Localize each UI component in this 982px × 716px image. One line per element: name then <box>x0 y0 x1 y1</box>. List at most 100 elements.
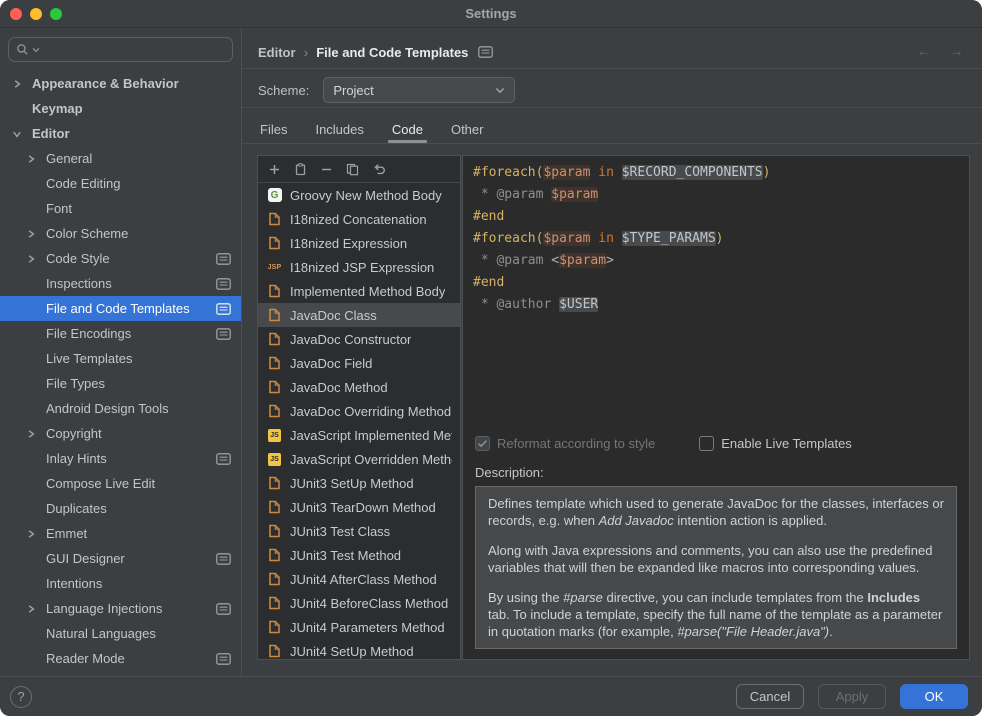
sidebar-item-editor[interactable]: Editor <box>0 121 241 146</box>
sidebar-item-natural-languages[interactable]: Natural Languages <box>0 621 241 646</box>
sidebar-item-gui-designer[interactable]: GUI Designer <box>0 546 241 571</box>
sidebar-item-live-templates[interactable]: Live Templates <box>0 346 241 371</box>
template-item-javascript-implemented-met[interactable]: JSJavaScript Implemented Met <box>258 423 460 447</box>
chevron-right-icon[interactable] <box>26 229 46 239</box>
copy-template-icon[interactable] <box>294 163 307 176</box>
tab-label: Files <box>260 122 287 137</box>
help-button[interactable]: ? <box>10 686 32 708</box>
sidebar-item-copyright[interactable]: Copyright <box>0 421 241 446</box>
sidebar-item-inspections[interactable]: Inspections <box>0 271 241 296</box>
reset-to-default-icon[interactable] <box>372 163 386 176</box>
sidebar-item-compose-live-edit[interactable]: Compose Live Edit <box>0 471 241 496</box>
template-item-junit4-parameters-method[interactable]: JUnit4 Parameters Method <box>258 615 460 639</box>
sidebar-item-appearance-behavior[interactable]: Appearance & Behavior <box>0 71 241 96</box>
sidebar-item-label: Compose Live Edit <box>46 476 241 491</box>
minimize-button[interactable] <box>30 8 42 20</box>
checkbox-unchecked-icon[interactable] <box>699 436 714 451</box>
sidebar-item-android-design-tools[interactable]: Android Design Tools <box>0 396 241 421</box>
description-paragraph: By using the #parse directive, you can i… <box>488 589 944 640</box>
sidebar-item-code-editing[interactable]: Code Editing <box>0 171 241 196</box>
code-line: #end <box>473 206 969 228</box>
close-button[interactable] <box>10 8 22 20</box>
code-editor[interactable]: #foreach($param in $RECORD_COMPONENTS) *… <box>463 156 969 428</box>
forward-icon[interactable]: → <box>948 40 964 64</box>
template-item-i18nized-expression[interactable]: I18nized Expression <box>258 231 460 255</box>
sidebar-item-intentions[interactable]: Intentions <box>0 571 241 596</box>
settings-search-box[interactable] <box>8 37 233 62</box>
scheme-value: Project <box>333 83 373 98</box>
tab-files[interactable]: Files <box>246 116 301 143</box>
chevron-right-icon[interactable] <box>26 254 46 264</box>
sidebar-item-emmet[interactable]: Emmet <box>0 521 241 546</box>
back-icon[interactable]: ← <box>916 40 932 64</box>
sidebar-item-label: File Encodings <box>46 326 216 341</box>
tab-label: Code <box>392 122 423 137</box>
tab-includes[interactable]: Includes <box>301 116 377 143</box>
template-item-junit3-test-method[interactable]: JUnit3 Test Method <box>258 543 460 567</box>
sidebar-item-label: Keymap <box>32 101 241 116</box>
chevron-right-icon[interactable] <box>26 429 46 439</box>
chevron-right-icon[interactable] <box>12 79 32 89</box>
apply-button[interactable]: Apply <box>818 684 886 709</box>
sidebar-item-file-types[interactable]: File Types <box>0 371 241 396</box>
template-icon <box>266 524 283 538</box>
breadcrumb-root[interactable]: Editor <box>258 45 296 60</box>
template-item-implemented-method-body[interactable]: Implemented Method Body <box>258 279 460 303</box>
add-template-icon[interactable] <box>268 163 281 176</box>
template-icon <box>266 476 283 490</box>
code-line: * @param $param <box>473 184 969 206</box>
description-panel[interactable]: Defines template which used to generate … <box>475 486 957 649</box>
checkbox-checked-icon <box>475 436 490 451</box>
sidebar-item-code-style[interactable]: Code Style <box>0 246 241 271</box>
chevron-right-icon[interactable] <box>26 529 46 539</box>
template-item-groovy-new-method-body[interactable]: GGroovy New Method Body <box>258 183 460 207</box>
sidebar-item-general[interactable]: General <box>0 146 241 171</box>
template-item-javadoc-overriding-method[interactable]: JavaDoc Overriding Method <box>258 399 460 423</box>
template-item-junit4-afterclass-method[interactable]: JUnit4 AfterClass Method <box>258 567 460 591</box>
sidebar-item-duplicates[interactable]: Duplicates <box>0 496 241 521</box>
footer-buttons: Cancel Apply OK <box>736 684 968 709</box>
sidebar-item-file-and-code-templates[interactable]: File and Code Templates <box>0 296 241 321</box>
tab-other[interactable]: Other <box>437 116 498 143</box>
chevron-right-icon[interactable] <box>26 604 46 614</box>
template-item-javadoc-class[interactable]: JavaDoc Class <box>258 303 460 327</box>
template-item-junit3-setup-method[interactable]: JUnit3 SetUp Method <box>258 471 460 495</box>
search-history-chevron-icon[interactable] <box>32 47 40 53</box>
template-item-label: JUnit3 TearDown Method <box>290 500 436 515</box>
sidebar-item-color-scheme[interactable]: Color Scheme <box>0 221 241 246</box>
scheme-label: Scheme: <box>258 83 309 98</box>
sidebar-item-label: Reader Mode <box>46 651 216 666</box>
chevron-right-icon[interactable] <box>26 154 46 164</box>
template-item-label: JavaDoc Method <box>290 380 388 395</box>
template-item-junit4-setup-method[interactable]: JUnit4 SetUp Method <box>258 639 460 659</box>
template-item-junit3-teardown-method[interactable]: JUnit3 TearDown Method <box>258 495 460 519</box>
search-input[interactable] <box>43 41 225 58</box>
template-item-javadoc-field[interactable]: JavaDoc Field <box>258 351 460 375</box>
template-item-junit3-test-class[interactable]: JUnit3 Test Class <box>258 519 460 543</box>
template-item-i18nized-jsp-expression[interactable]: JSPI18nized JSP Expression <box>258 255 460 279</box>
sidebar-item-file-encodings[interactable]: File Encodings <box>0 321 241 346</box>
template-item-junit4-beforeclass-method[interactable]: JUnit4 BeforeClass Method <box>258 591 460 615</box>
sidebar-item-reader-mode[interactable]: Reader Mode <box>0 646 241 671</box>
zoom-button[interactable] <box>50 8 62 20</box>
settings-window: Settings Appearance & BehaviorKeymapEdit… <box>0 0 982 716</box>
template-icon <box>266 332 283 346</box>
sidebar-item-keymap[interactable]: Keymap <box>0 96 241 121</box>
cancel-button[interactable]: Cancel <box>736 684 804 709</box>
template-item-i18nized-concatenation[interactable]: I18nized Concatenation <box>258 207 460 231</box>
remove-template-icon[interactable] <box>320 163 333 176</box>
sidebar-item-language-injections[interactable]: Language Injections <box>0 596 241 621</box>
chevron-down-icon[interactable] <box>12 129 32 139</box>
templates-list: GGroovy New Method BodyI18nized Concaten… <box>258 183 460 659</box>
traffic-lights <box>10 8 62 20</box>
template-item-javadoc-method[interactable]: JavaDoc Method <box>258 375 460 399</box>
duplicate-template-icon[interactable] <box>346 163 359 176</box>
sidebar-item-inlay-hints[interactable]: Inlay Hints <box>0 446 241 471</box>
sidebar-item-font[interactable]: Font <box>0 196 241 221</box>
ok-button[interactable]: OK <box>900 684 968 709</box>
live-templates-checkbox[interactable]: Enable Live Templates <box>699 436 852 451</box>
tab-code[interactable]: Code <box>378 116 437 143</box>
scheme-dropdown[interactable]: Project <box>323 77 515 103</box>
template-item-javadoc-constructor[interactable]: JavaDoc Constructor <box>258 327 460 351</box>
template-item-javascript-overridden-metho[interactable]: JSJavaScript Overridden Metho <box>258 447 460 471</box>
